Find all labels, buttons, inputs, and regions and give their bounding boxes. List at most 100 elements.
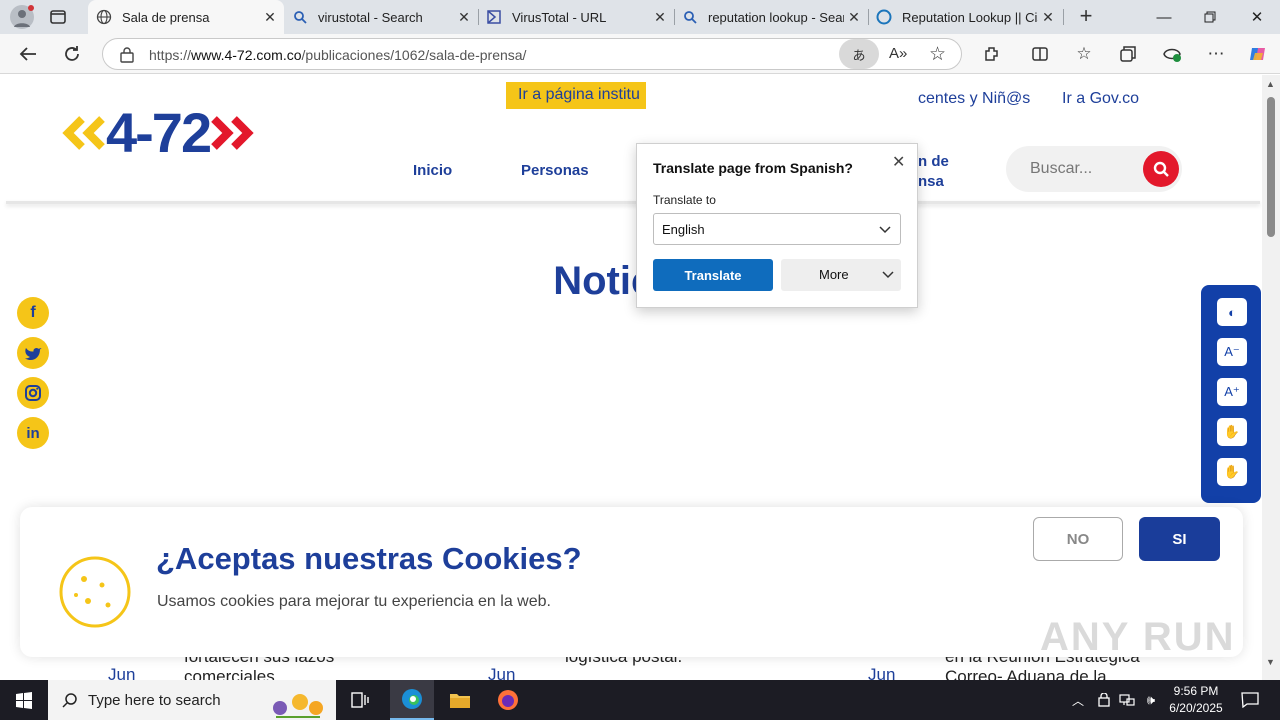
search-icon <box>682 9 698 25</box>
globe-icon <box>96 9 112 25</box>
scroll-thumb[interactable] <box>1267 97 1275 237</box>
header-divider <box>6 201 1260 204</box>
taskbar-search-placeholder: Type here to search <box>88 692 221 709</box>
translate-button[interactable]: Translate <box>653 259 773 291</box>
profile-avatar[interactable] <box>10 5 34 29</box>
file-explorer-icon[interactable] <box>438 680 482 720</box>
nav-personas[interactable]: Personas <box>521 162 589 179</box>
firefox-icon[interactable] <box>486 680 530 720</box>
notifications-icon[interactable] <box>1232 680 1268 720</box>
increase-font-icon[interactable]: A⁺ <box>1217 378 1247 406</box>
twitter-icon[interactable] <box>17 337 49 369</box>
news-line: Correo- Aduana de la <box>945 667 1107 680</box>
url-text: https://www.4-72.com.co/publicaciones/10… <box>149 47 527 63</box>
cisco-icon <box>876 9 892 25</box>
site-logo[interactable]: 4-72 <box>62 105 254 161</box>
close-tab-icon[interactable]: ✕ <box>260 9 280 26</box>
security-icon[interactable] <box>1094 680 1114 720</box>
taskbar-search[interactable]: Type here to search <box>48 680 336 720</box>
tab-virustotal-search[interactable]: virustotal - Search ✕ <box>284 0 478 34</box>
extensions-icon[interactable] <box>976 38 1008 70</box>
clock-time: 9:56 PM <box>1173 684 1219 698</box>
sign-language-icon[interactable]: ✋ <box>1217 458 1247 486</box>
logo-text: 4-72 <box>106 101 212 164</box>
network-icon[interactable] <box>1117 680 1137 720</box>
task-view-icon[interactable] <box>340 680 380 720</box>
news-month: Jun <box>488 665 516 680</box>
decrease-font-icon[interactable]: A⁻ <box>1217 338 1247 366</box>
tab-actions-icon[interactable] <box>48 8 68 26</box>
new-tab-icon[interactable]: + <box>1074 5 1098 29</box>
tab-virustotal-url[interactable]: VirusTotal - URL ✕ <box>478 0 674 34</box>
page-scrollbar[interactable]: ▲ ▼ <box>1262 75 1280 680</box>
gov-link[interactable]: Ir a Gov.co <box>1062 90 1139 108</box>
institutional-link[interactable]: Ir a página institu <box>506 82 646 109</box>
collections-icon[interactable] <box>1112 38 1144 70</box>
nav-inicio[interactable]: Inicio <box>413 162 452 179</box>
clock[interactable]: 9:56 PM 6/20/2025 <box>1164 683 1228 717</box>
chevron-down-icon <box>882 271 894 279</box>
settings-menu-icon[interactable]: ⋯ <box>1200 38 1232 70</box>
facebook-icon[interactable]: f <box>17 297 49 329</box>
tray-chevron-up-icon[interactable]: ︿ <box>1068 680 1088 720</box>
scroll-down-icon[interactable]: ▼ <box>1266 657 1275 667</box>
close-window-icon[interactable]: ✕ <box>1234 0 1280 34</box>
close-tab-icon[interactable]: ✕ <box>844 9 864 26</box>
page-title: Noticias <box>553 259 709 303</box>
accept-cookies-button[interactable]: SI <box>1139 517 1220 561</box>
translate-icon[interactable]: あ <box>839 39 879 69</box>
search-button[interactable] <box>1143 151 1179 187</box>
search-icon <box>292 9 308 25</box>
yellow-chevrons-icon <box>62 116 105 150</box>
anyrun-watermark: ANY RUN <box>1040 615 1236 659</box>
favorites-icon[interactable]: ☆ <box>1068 38 1100 70</box>
reject-cookies-button[interactable]: NO <box>1033 517 1123 561</box>
news-month: Jun <box>108 665 136 680</box>
more-button[interactable]: More <box>781 259 901 291</box>
web-page: 4-72 Ir a página institu centes y Niñ@s … <box>0 75 1262 680</box>
copilot-icon[interactable] <box>1242 38 1274 70</box>
site-search[interactable]: Buscar... <box>1006 146 1182 192</box>
news-line: comerciales <box>184 667 275 680</box>
read-aloud-icon[interactable]: A» <box>889 45 909 65</box>
sign-language-icon[interactable]: ✋ <box>1217 418 1247 446</box>
close-tab-icon[interactable]: ✕ <box>1038 9 1058 26</box>
windows-start-icon[interactable] <box>0 680 48 720</box>
language-select[interactable]: English <box>653 213 901 245</box>
back-arrow-icon[interactable] <box>12 38 44 70</box>
contrast-icon[interactable]: ◐ <box>1217 298 1247 326</box>
volume-icon[interactable]: 🕪 <box>1140 680 1162 720</box>
children-link[interactable]: centes y Niñ@s <box>918 90 1030 108</box>
notification-dot <box>28 5 34 11</box>
tab-label: Sala de prensa <box>122 9 210 25</box>
site-info-icon[interactable] <box>119 47 135 63</box>
restore-icon[interactable] <box>1187 0 1233 34</box>
red-chevrons-icon <box>211 116 254 150</box>
instagram-icon[interactable] <box>17 377 49 409</box>
more-label: More <box>819 267 849 282</box>
edge-taskbar-icon[interactable] <box>390 680 434 720</box>
close-tab-icon[interactable]: ✕ <box>650 9 670 26</box>
favorite-star-icon[interactable]: ☆ <box>929 43 951 65</box>
translate-to-label: Translate to <box>653 193 716 207</box>
virustotal-icon <box>486 9 502 25</box>
tab-strip: Sala de prensa ✕ virustotal - Search ✕ V… <box>0 0 1280 34</box>
tab-reputation-lookup-search[interactable]: reputation lookup - Search ✕ <box>674 0 868 34</box>
nav-sala-de-prensa[interactable]: n de nsa <box>918 152 949 192</box>
cookie-icon <box>59 556 131 628</box>
split-screen-icon[interactable] <box>1024 38 1056 70</box>
refresh-icon[interactable] <box>56 38 88 70</box>
linkedin-icon[interactable]: in <box>17 417 49 449</box>
tab-cisco-reputation[interactable]: Reputation Lookup || Cisco ✕ <box>868 0 1062 34</box>
nav-line: nsa <box>918 173 944 190</box>
address-bar[interactable]: https://www.4-72.com.co/publicaciones/10… <box>102 38 962 70</box>
minimize-icon[interactable]: — <box>1141 0 1187 34</box>
tulips-icon <box>260 684 332 720</box>
scroll-up-icon[interactable]: ▲ <box>1266 79 1275 89</box>
search-icon <box>62 693 77 708</box>
tab-sala-de-prensa[interactable]: Sala de prensa ✕ <box>88 0 284 34</box>
close-icon[interactable]: ✕ <box>892 152 905 172</box>
close-tab-icon[interactable]: ✕ <box>454 9 474 26</box>
search-icon <box>1153 161 1169 177</box>
browser-essentials-icon[interactable] <box>1156 38 1188 70</box>
